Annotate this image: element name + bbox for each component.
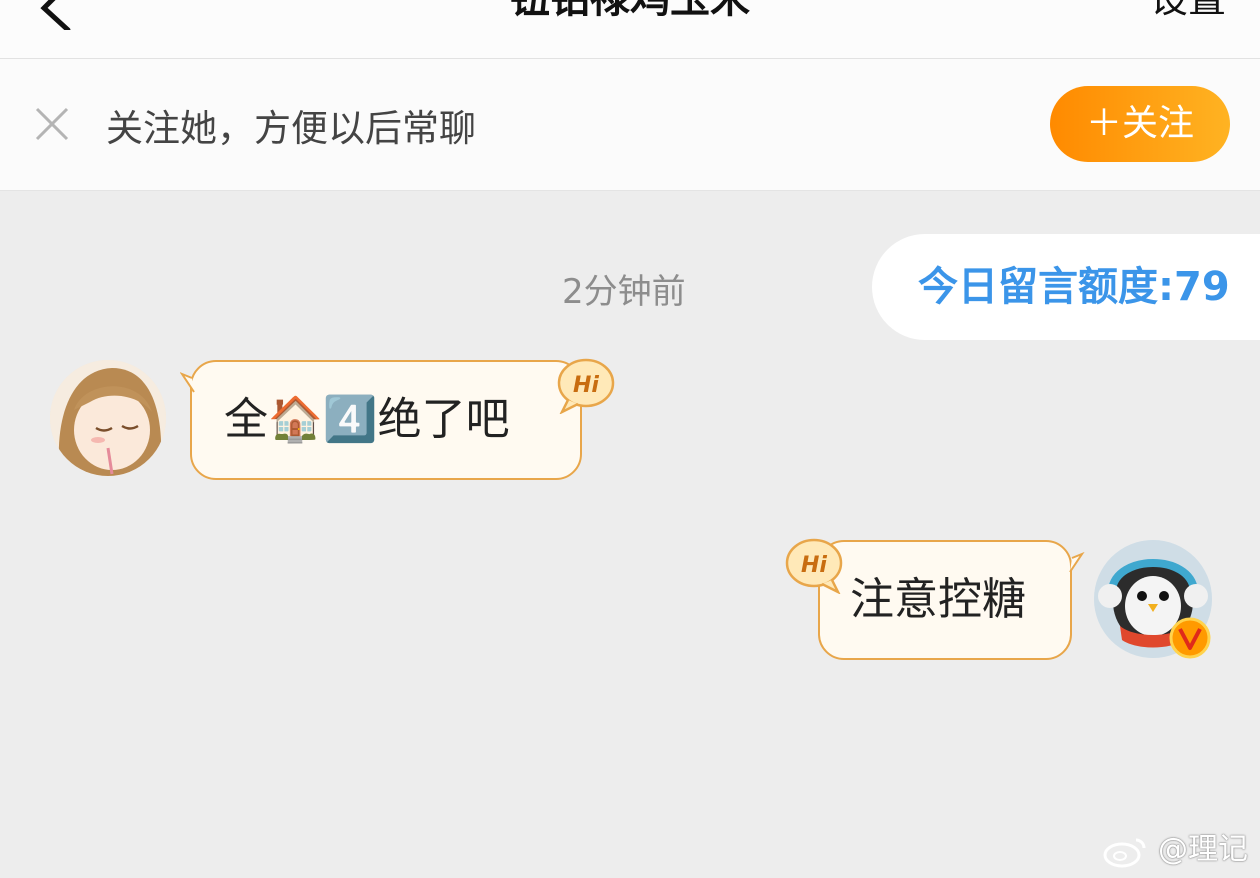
message-quota-pill: 今日留言额度:79 <box>872 234 1260 340</box>
conversation-title: 钮钴禄鸡玉米 <box>0 0 1260 24</box>
hi-badge-icon: Hi <box>557 358 615 414</box>
message-text: 注意控糖 <box>850 574 1026 625</box>
top-nav-bar: 钮钴禄鸡玉米 设置 <box>0 0 1260 59</box>
message-timestamp: 2分钟前 <box>562 272 686 312</box>
weibo-logo-icon <box>1103 838 1146 867</box>
message-bubble-sent[interactable]: 注意控糖 <box>818 540 1072 660</box>
hi-badge-label: Hi <box>801 553 827 578</box>
follow-button[interactable]: ＋关注 <box>1050 86 1230 162</box>
settings-link[interactable]: 设置 <box>1150 0 1226 24</box>
follow-prompt-text: 关注她，方便以后常聊 <box>106 107 476 150</box>
bubble-tail <box>1069 551 1085 573</box>
hi-badge-icon: Hi <box>785 538 843 594</box>
hi-badge-label: Hi <box>573 373 599 398</box>
message-bubble-received[interactable]: 全🏠4️⃣绝了吧 <box>190 360 582 480</box>
message-text: 全🏠4️⃣绝了吧 <box>224 394 510 445</box>
verified-v-badge-icon <box>1169 617 1211 659</box>
bubble-tail <box>180 372 195 393</box>
weibo-watermark: @理记 <box>1102 824 1248 868</box>
message-quota-label: 今日留言额度:79 <box>918 264 1230 310</box>
girl-avatar-illustration <box>50 360 166 476</box>
close-icon[interactable] <box>34 106 70 142</box>
avatar-other-user[interactable] <box>50 360 166 476</box>
watermark-text: @理记 <box>1158 832 1248 867</box>
